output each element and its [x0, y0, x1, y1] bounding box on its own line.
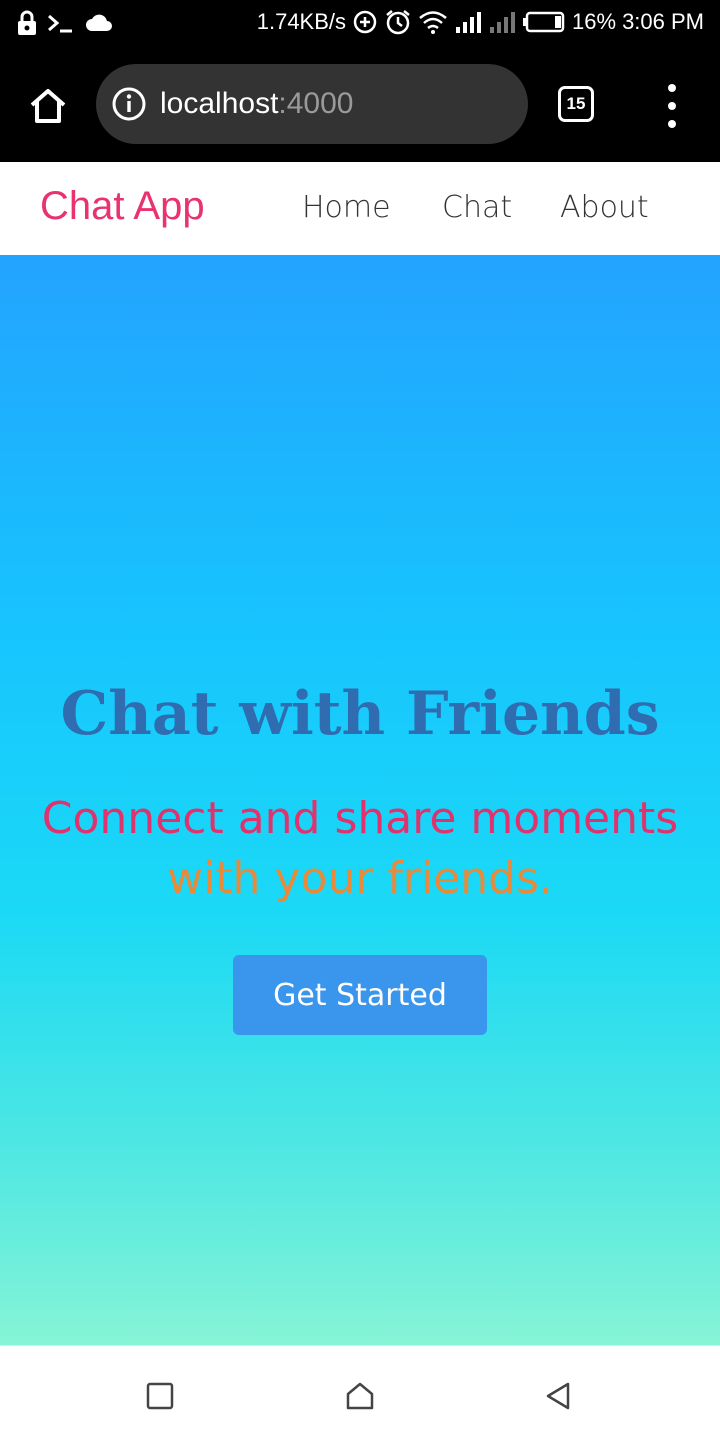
home-icon: [30, 89, 66, 123]
data-saver-icon: [353, 10, 377, 34]
status-left-icons: [16, 10, 114, 36]
more-menu-icon[interactable]: [660, 84, 684, 128]
hero-subtitle: Connect and share moments with your frie…: [0, 789, 720, 909]
nav-link-about[interactable]: About: [560, 190, 649, 225]
signal-icon: [456, 12, 482, 33]
get-started-button[interactable]: Get Started: [233, 955, 487, 1035]
back-triangle-icon: [546, 1382, 570, 1410]
brand-logo[interactable]: Chat App: [40, 184, 205, 229]
url-bar[interactable]: localhost:4000: [96, 64, 528, 144]
hero-title: Chat with Friends: [60, 679, 660, 749]
battery-icon: [523, 11, 565, 33]
home-outline-icon: [346, 1382, 374, 1410]
home-button[interactable]: [24, 82, 72, 130]
status-bar: 1.74KB/s 16% 3:06 PM: [0, 0, 720, 52]
browser-toolbar: localhost:4000 15: [0, 52, 720, 162]
square-icon: [146, 1382, 174, 1410]
site-navbar: Chat App Home Chat About: [0, 162, 720, 255]
nav-link-home[interactable]: Home: [302, 190, 391, 225]
url-host: localhost: [160, 87, 279, 120]
status-right: 1.74KB/s 16% 3:06 PM: [257, 8, 704, 36]
url-port: :4000: [278, 87, 354, 120]
recents-button[interactable]: [140, 1376, 180, 1416]
wifi-icon: [419, 11, 447, 34]
system-nav-bar: [0, 1345, 720, 1440]
info-icon[interactable]: [110, 85, 148, 123]
system-home-button[interactable]: [340, 1376, 380, 1416]
hero-subtitle-line1: Connect and share moments: [41, 793, 679, 844]
cloud-icon: [86, 14, 112, 31]
net-speed: 1.74KB/s: [256, 9, 347, 34]
clock: 3:06 PM: [622, 9, 704, 34]
hero-section: Chat with Friends Connect and share mome…: [0, 255, 720, 1345]
battery-level: 16%: [572, 9, 617, 34]
terminal-icon: [48, 14, 72, 33]
nav-link-chat[interactable]: Chat: [442, 190, 512, 225]
lock-icon: [18, 10, 36, 35]
alarm-icon: [386, 10, 410, 35]
hero-subtitle-line2: with your friends.: [167, 853, 553, 904]
url-text[interactable]: localhost:4000: [160, 87, 353, 121]
signal-weak-icon: [490, 12, 516, 33]
tab-switcher-button[interactable]: 15: [558, 86, 594, 122]
back-button[interactable]: [538, 1376, 578, 1416]
